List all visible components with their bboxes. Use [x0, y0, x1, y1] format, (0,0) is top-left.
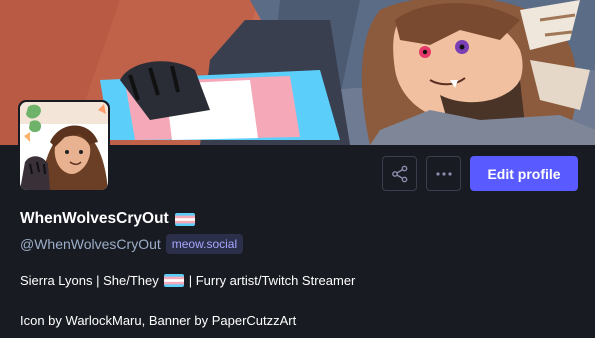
handle-row: @WhenWolvesCryOut meow.social — [20, 234, 244, 254]
display-name: WhenWolvesCryOut — [20, 210, 195, 228]
bio-line-1-prefix: Sierra Lyons | She/They — [20, 273, 159, 288]
more-options-button[interactable] — [426, 156, 461, 191]
trans-flag-icon — [174, 212, 195, 226]
edit-profile-button[interactable]: Edit profile — [470, 156, 578, 191]
more-icon — [435, 171, 452, 176]
account-handle: @WhenWolvesCryOut — [20, 236, 161, 252]
bio-line-1-suffix: | Furry artist/Twitch Streamer — [188, 273, 356, 288]
domain-badge[interactable]: meow.social — [165, 234, 244, 254]
share-icon — [391, 165, 407, 182]
share-button[interactable] — [382, 156, 417, 191]
avatar[interactable] — [18, 100, 110, 192]
avatar-image — [20, 102, 108, 190]
trans-flag-icon — [163, 274, 184, 287]
bio-line-2: Icon by WarlockMaru, Banner by PaperCutz… — [20, 313, 297, 328]
display-name-text: WhenWolvesCryOut — [20, 210, 169, 227]
bio-line-1: Sierra Lyons | She/They | Furry artist/T… — [20, 273, 355, 288]
